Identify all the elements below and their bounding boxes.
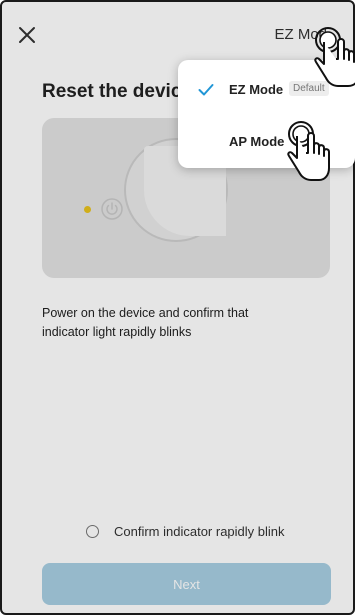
page-title: Reset the devic — [42, 81, 182, 102]
confirm-label: Confirm indicator rapidly blink — [114, 524, 285, 539]
check-icon — [198, 84, 214, 96]
indicator-light — [84, 206, 91, 213]
default-badge: Default — [289, 81, 329, 96]
menu-item-label: EZ Mode — [229, 82, 284, 97]
next-button[interactable]: Next — [42, 563, 331, 605]
menu-item-label: AP Mode — [229, 134, 285, 149]
mode-switch-link[interactable]: EZ Mod — [274, 26, 327, 43]
instruction-text: Power on the device and confirm that ind… — [42, 306, 249, 339]
close-icon — [19, 27, 35, 43]
power-icon — [101, 198, 123, 220]
close-button[interactable] — [16, 24, 38, 46]
confirm-checkbox[interactable]: Confirm indicator rapidly blink — [86, 524, 285, 539]
menu-item-ez-mode[interactable]: EZ Mode Default — [178, 66, 355, 114]
menu-item-ap-mode[interactable]: AP Mode — [178, 118, 355, 166]
radio-icon[interactable] — [86, 525, 99, 538]
mode-dropdown-menu: EZ Mode Default AP Mode — [178, 60, 355, 168]
